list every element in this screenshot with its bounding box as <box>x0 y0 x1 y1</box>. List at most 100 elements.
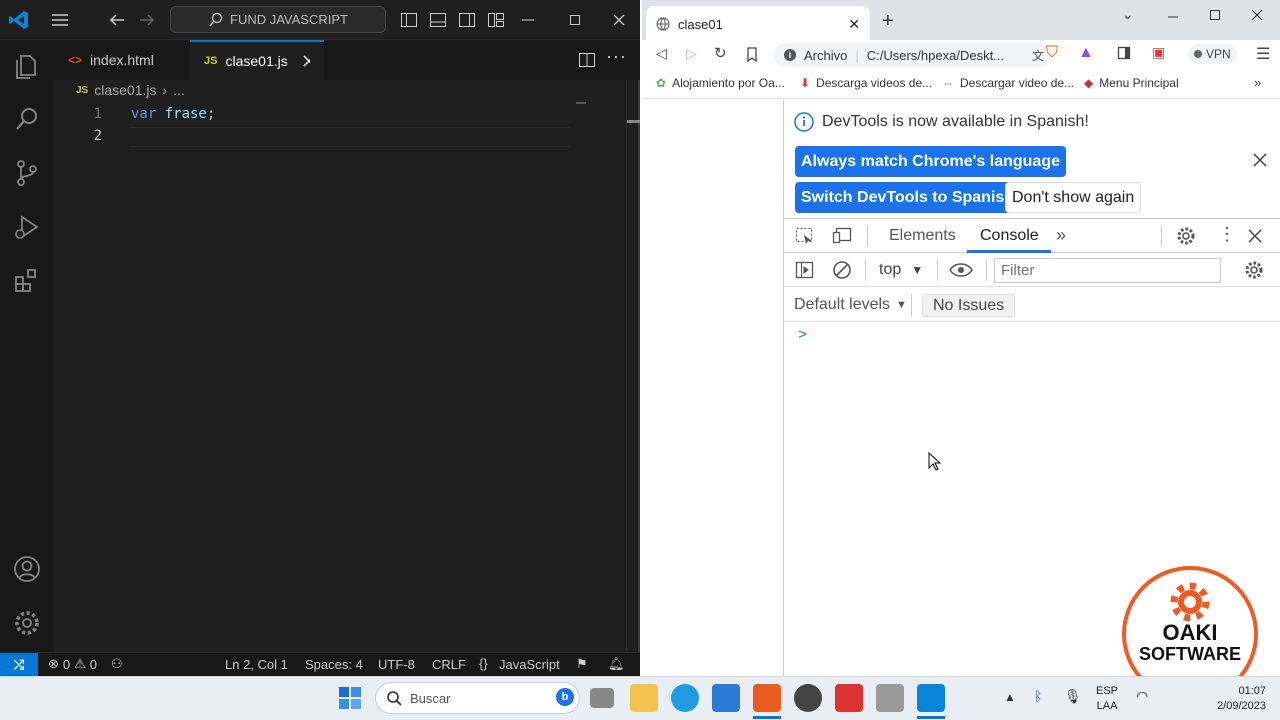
issues-button[interactable]: No Issues <box>922 294 1016 317</box>
breadcrumb-more[interactable]: ... <box>173 82 185 98</box>
close-window-icon[interactable] <box>611 12 627 28</box>
cursor-position[interactable]: Ln 2, Col 1 <box>225 657 288 672</box>
filter-input[interactable] <box>994 258 1221 283</box>
show-hidden-icons-chevron-icon[interactable]: ▲ <box>1004 690 1016 704</box>
bing-icon[interactable]: b <box>556 688 574 706</box>
toggle-panel-icon[interactable] <box>429 11 447 29</box>
edge-icon[interactable] <box>671 684 699 712</box>
explorer-icon[interactable] <box>12 50 42 80</box>
sidebar-icon[interactable] <box>1117 46 1131 60</box>
input-language[interactable]: ESP LAA <box>1096 684 1118 714</box>
show-sidebar-icon[interactable] <box>795 261 815 279</box>
extensions-icon[interactable] <box>12 266 42 296</box>
inspect-element-icon[interactable] <box>795 227 815 245</box>
forward-icon[interactable]: ▷ <box>686 45 697 62</box>
bluetooth-icon[interactable]: ᛒ <box>1034 688 1042 704</box>
more-options-icon[interactable]: ⋮ <box>1218 224 1236 245</box>
tab-index-html[interactable]: <> index.html <box>54 40 190 80</box>
breadcrumb-file[interactable]: clase01.js <box>94 82 156 98</box>
more-tabs-icon[interactable]: » <box>1056 225 1066 246</box>
more-actions-icon[interactable]: ··· <box>606 46 627 67</box>
close-tab-icon[interactable]: ✕ <box>848 16 860 33</box>
run-debug-icon[interactable] <box>12 212 42 242</box>
clear-console-icon[interactable] <box>832 261 852 281</box>
tab-clase01-js[interactable]: JS clase01.js <box>190 40 324 80</box>
store-icon[interactable] <box>712 684 740 712</box>
maximize-icon[interactable] <box>1208 8 1222 22</box>
back-icon[interactable]: ◁ <box>656 45 667 62</box>
maximize-icon[interactable] <box>567 12 583 28</box>
source-control-icon[interactable] <box>12 158 42 188</box>
reload-icon[interactable]: ↻ <box>714 44 727 62</box>
language-mode[interactable]: JavaScript <box>499 657 560 672</box>
file-explorer-icon[interactable] <box>630 684 658 712</box>
wallet-icon[interactable]: ▣ <box>1152 44 1165 61</box>
brave-shield-icon[interactable]: ⛉ <box>1046 44 1058 62</box>
close-notice-icon[interactable] <box>1252 152 1268 168</box>
info-icon[interactable]: i <box>784 49 796 61</box>
console-prompt[interactable]: > <box>798 326 807 343</box>
minimize-icon[interactable] <box>1166 10 1180 24</box>
accounts-icon[interactable] <box>12 554 42 584</box>
bookmark-item[interactable]: ⬇ Descarga videos de... <box>800 76 932 90</box>
notifications-bell-icon[interactable]: 🔔︎ <box>608 656 625 672</box>
minimize-icon[interactable] <box>520 12 536 28</box>
browser-tab[interactable]: clase01 ✕ <box>646 6 870 42</box>
bookmark-icon[interactable] <box>746 47 758 63</box>
encoding[interactable]: UTF-8 <box>378 657 415 672</box>
log-levels-dropdown[interactable]: Default levels ▼ <box>794 296 907 314</box>
settings-gear-icon[interactable] <box>1176 226 1196 246</box>
code-editor[interactable]: 1 var frase; 2 <box>54 102 626 652</box>
more-bookmarks-icon[interactable]: » <box>1254 75 1261 90</box>
bookmark-item[interactable]: ◆ Menu Principal <box>1084 76 1179 90</box>
menu-icon[interactable]: ☰ <box>1256 44 1270 64</box>
eol[interactable]: CRLF <box>432 657 466 672</box>
vscode-taskbar-icon[interactable] <box>917 684 945 712</box>
snip-tool-icon[interactable] <box>876 684 904 712</box>
close-window-icon[interactable] <box>1250 8 1264 22</box>
address-bar[interactable]: i Archivo | C:/Users/hpexa/Deskt... 文 <box>774 43 1052 67</box>
tab-console[interactable]: Console <box>980 227 1039 245</box>
close-devtools-icon[interactable] <box>1247 228 1263 244</box>
indentation[interactable]: Spaces: 4 <box>305 657 363 672</box>
toggle-sidebar-icon[interactable] <box>400 11 418 29</box>
command-center-search[interactable]: FUND JAVASCRIPT <box>170 6 386 33</box>
settings-gear-icon[interactable] <box>12 608 42 638</box>
device-toolbar-icon[interactable] <box>832 227 854 245</box>
match-language-button[interactable]: Always match Chrome's language <box>795 146 1066 177</box>
wifi-icon[interactable]: ◠ <box>1136 688 1148 705</box>
vpn-button[interactable]: VPN <box>1188 44 1237 64</box>
clock[interactable]: 01:07 2/09/2023 <box>1206 684 1266 714</box>
translate-icon[interactable]: 文 <box>1032 47 1044 64</box>
context-selector[interactable]: top ▼ <box>879 261 923 279</box>
live-expression-eye-icon[interactable] <box>949 262 973 278</box>
customize-layout-icon[interactable] <box>487 11 505 29</box>
obs-icon[interactable] <box>794 684 822 712</box>
taskbar-search[interactable]: Buscar <box>375 682 580 714</box>
forward-arrow-icon[interactable] <box>138 12 156 28</box>
split-editor-icon[interactable] <box>578 51 596 69</box>
scrollbar[interactable] <box>626 80 640 652</box>
feedback-icon[interactable]: ⚑ <box>576 656 588 672</box>
back-arrow-icon[interactable] <box>108 12 126 28</box>
brave-rewards-icon[interactable]: ▲ <box>1078 44 1094 62</box>
tab-elements[interactable]: Elements <box>889 227 956 245</box>
dont-show-again-button[interactable]: Don't show again <box>1005 182 1142 213</box>
menu-icon[interactable] <box>50 12 70 28</box>
pdf-icon[interactable] <box>835 684 863 712</box>
windows-start-icon[interactable] <box>338 686 362 710</box>
console-settings-gear-icon[interactable] <box>1244 260 1264 280</box>
search-sidebar-icon[interactable] <box>12 104 42 134</box>
task-view-icon[interactable] <box>590 688 614 708</box>
remote-icon[interactable]: ⤭ <box>0 653 38 677</box>
microphone-icon[interactable]: 🎙︎ <box>1064 688 1082 705</box>
close-tab-icon[interactable] <box>302 54 310 68</box>
tab-search-chevron-icon[interactable]: ⌄ <box>1122 6 1134 23</box>
toggle-secondary-sidebar-icon[interactable] <box>458 11 476 29</box>
bookmark-item[interactable]: ⇔ Descargar video de... <box>942 76 1074 90</box>
bookmark-item[interactable]: ✿ Alojamiento por Oa... <box>656 76 785 90</box>
problems-indicator[interactable]: ⊗ 0 ⚠ 0 ⚇ <box>48 656 123 672</box>
brave-icon[interactable] <box>753 684 781 712</box>
new-tab-icon[interactable]: + <box>882 10 894 33</box>
switch-to-spanish-button[interactable]: Switch DevTools to Spanish <box>795 182 1021 213</box>
